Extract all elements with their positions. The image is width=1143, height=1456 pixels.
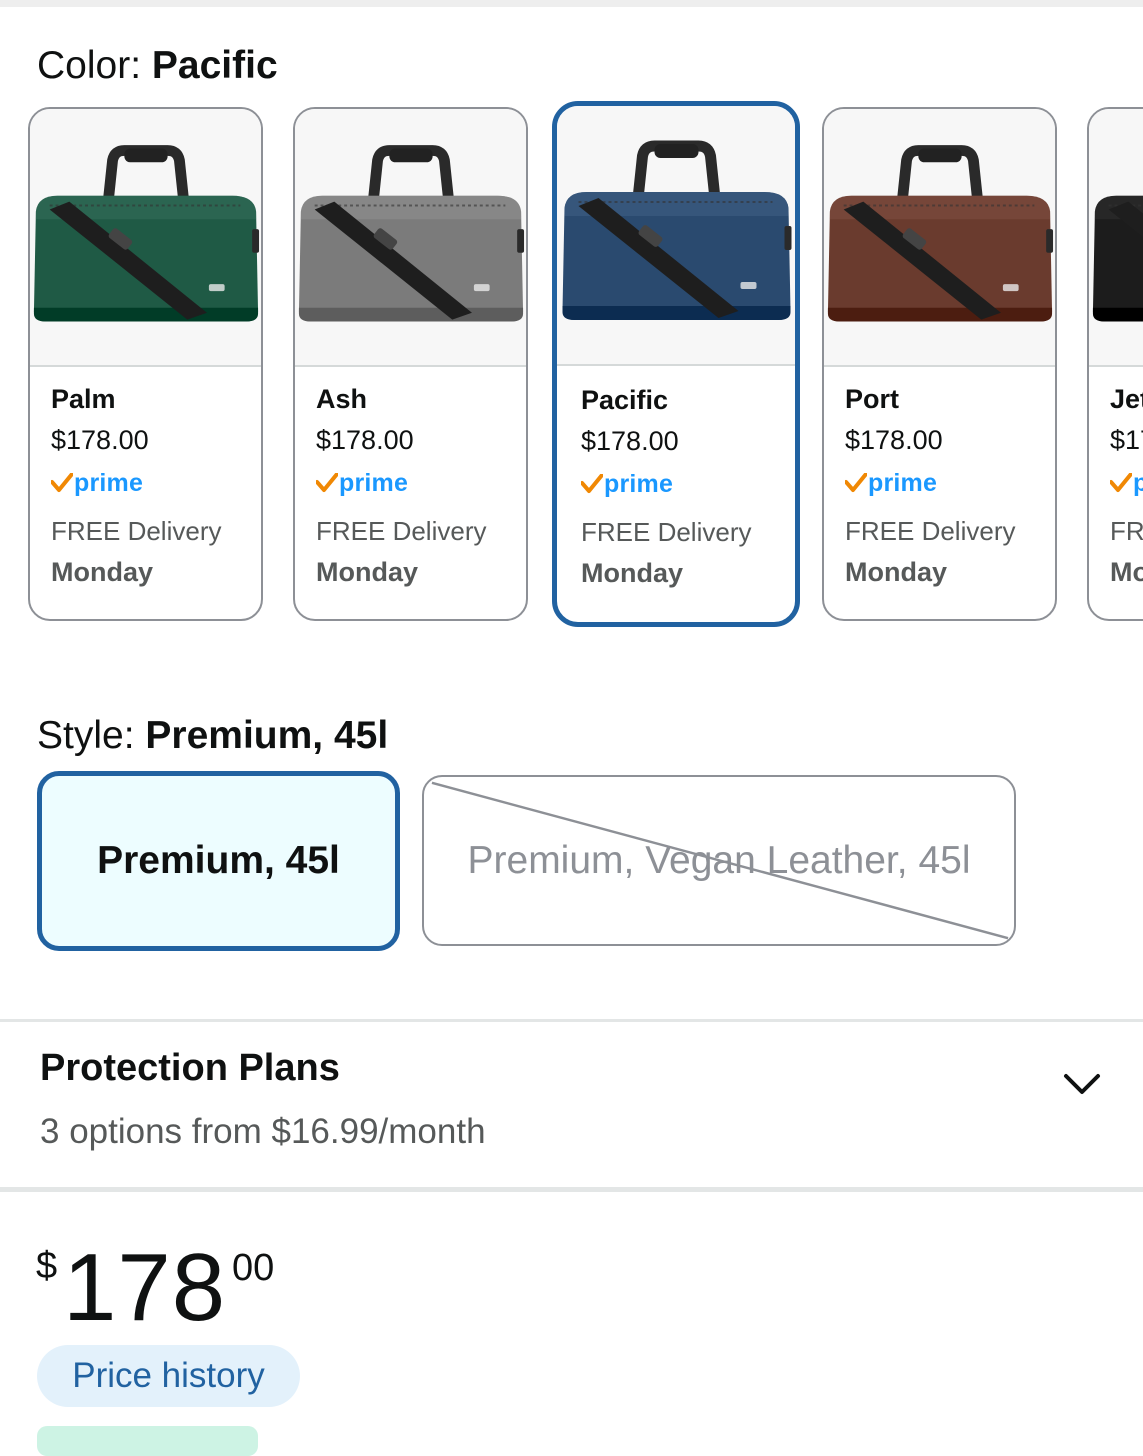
prime-label: prime bbox=[868, 469, 938, 497]
delivery-text: FREE Delivery bbox=[845, 516, 1016, 546]
style-option-vegan-leather-unavailable[interactable]: Premium, Vegan Leather, 45l bbox=[422, 775, 1016, 946]
prime-badge: prime bbox=[51, 468, 253, 498]
color-option-name: Pacific bbox=[581, 385, 669, 415]
price-fraction: 00 bbox=[232, 1247, 275, 1289]
product-image-pacific bbox=[557, 106, 795, 366]
prime-badge: prime bbox=[845, 468, 1047, 498]
section-divider bbox=[0, 1019, 1143, 1022]
badge-partial bbox=[37, 1426, 258, 1456]
prime-label: prime bbox=[339, 469, 409, 497]
prime-badge: prime bbox=[316, 468, 518, 498]
product-image-palm bbox=[30, 109, 261, 367]
duffel-bag-image bbox=[33, 145, 260, 322]
duffel-bag-image bbox=[827, 145, 1054, 322]
delivery-text: FREE Delivery bbox=[316, 516, 487, 546]
style-option-premium-45l[interactable]: Premium, 45l bbox=[37, 771, 400, 951]
protection-plans-subtitle: 3 options from $16.99/month bbox=[40, 1112, 486, 1151]
prime-check-icon bbox=[51, 473, 73, 492]
color-option-price: $178.00 bbox=[1110, 425, 1143, 455]
color-option-price: $178.00 bbox=[316, 425, 414, 455]
color-option-port[interactable]: Port $178.00 prime FREE Delivery Monday bbox=[822, 107, 1057, 621]
style-option-label: Premium, 45l bbox=[97, 839, 340, 882]
color-option-name: Ash bbox=[316, 384, 368, 414]
prime-check-icon bbox=[581, 474, 603, 493]
price-whole: 178 bbox=[63, 1234, 227, 1341]
color-option-price: $178.00 bbox=[581, 426, 679, 456]
prime-badge: prime bbox=[1110, 468, 1143, 498]
prime-badge: prime bbox=[581, 469, 787, 499]
prime-check-icon bbox=[845, 473, 867, 492]
duffel-bag-image bbox=[1092, 195, 1143, 322]
delivery-day: Monday bbox=[1110, 557, 1143, 587]
delivery-text: FREE Delivery bbox=[581, 517, 752, 547]
product-image-port bbox=[824, 109, 1055, 367]
prime-label: prime bbox=[604, 470, 674, 498]
color-option-name: Palm bbox=[51, 384, 116, 414]
duffel-bag-image bbox=[298, 145, 525, 322]
delivery-day: Monday bbox=[316, 557, 419, 587]
delivery-day: Monday bbox=[51, 557, 154, 587]
style-heading: Style: Premium, 45l bbox=[37, 710, 388, 762]
price-history-button[interactable]: Price history bbox=[37, 1345, 300, 1407]
color-option-price: $178.00 bbox=[845, 425, 943, 455]
style-label: Style: bbox=[37, 714, 135, 757]
prime-check-icon bbox=[1110, 473, 1132, 492]
color-option-name: Jet bbox=[1110, 384, 1143, 414]
price-currency-symbol: $ bbox=[36, 1245, 58, 1287]
color-swatch-list: Palm $178.00 prime FREE Delivery Monday … bbox=[0, 0, 1143, 640]
unavailable-strike-line bbox=[431, 781, 1009, 940]
product-image-jet bbox=[1089, 109, 1143, 367]
delivery-text: FREE Delivery bbox=[1110, 516, 1143, 546]
prime-check-icon bbox=[316, 473, 338, 492]
color-option-ash[interactable]: Ash $178.00 prime FREE Delivery Monday bbox=[293, 107, 528, 621]
prime-label: prime bbox=[74, 469, 144, 497]
color-option-jet[interactable]: Jet $178.00 prime FREE Delivery Monday bbox=[1087, 107, 1143, 621]
product-image-ash bbox=[295, 109, 526, 367]
chevron-down-icon[interactable] bbox=[1062, 1068, 1102, 1102]
delivery-day: Monday bbox=[845, 557, 948, 587]
color-option-palm[interactable]: Palm $178.00 prime FREE Delivery Monday bbox=[28, 107, 263, 621]
color-option-price: $178.00 bbox=[51, 425, 149, 455]
prime-label: prime bbox=[1133, 469, 1143, 497]
section-divider bbox=[0, 1187, 1143, 1192]
delivery-day: Monday bbox=[581, 558, 684, 588]
color-option-name: Port bbox=[845, 384, 899, 414]
color-option-pacific[interactable]: Pacific $178.00 prime FREE Delivery Mond… bbox=[552, 101, 800, 627]
delivery-text: FREE Delivery bbox=[51, 516, 222, 546]
selected-style-value: Premium, 45l bbox=[145, 714, 389, 757]
duffel-bag-image bbox=[562, 140, 792, 320]
protection-plans-title: Protection Plans bbox=[40, 1047, 340, 1089]
